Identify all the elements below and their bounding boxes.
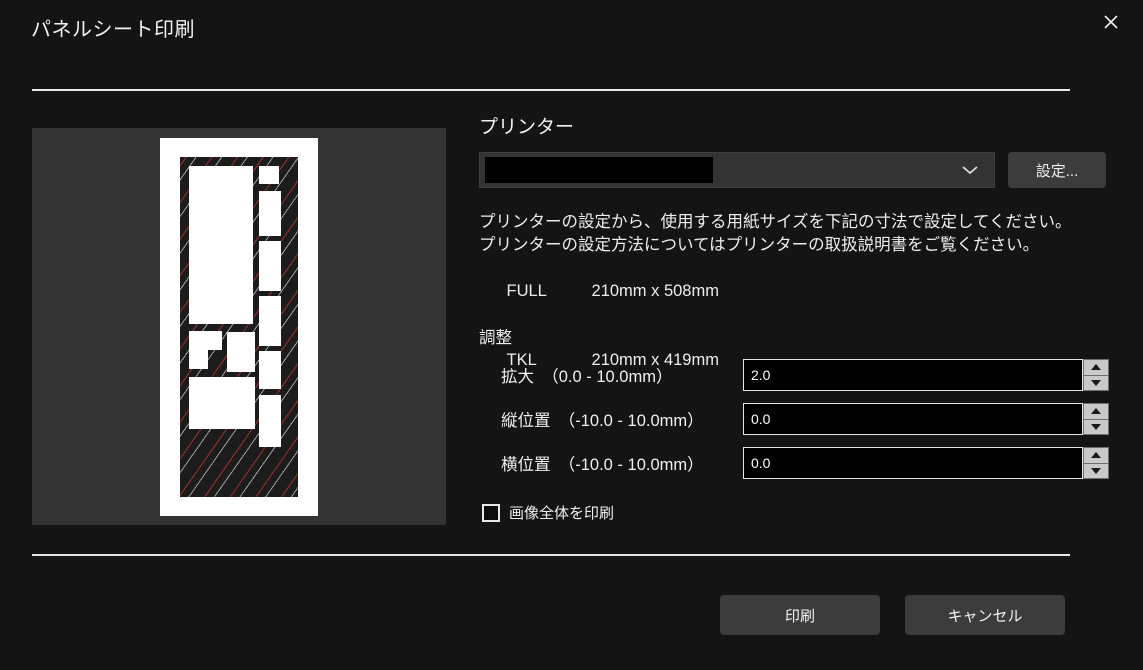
printer-settings-button[interactable]: 設定... bbox=[1008, 152, 1106, 188]
horizontal-position-label: 横位置 （-10.0 - 10.0mm） bbox=[501, 456, 704, 474]
preview-cutout bbox=[259, 166, 279, 184]
info-line-2: プリンターの設定方法についてはプリンターの取扱説明書をご覧ください。 bbox=[479, 236, 1040, 254]
stepper-up-button[interactable] bbox=[1083, 447, 1109, 464]
triangle-down-icon bbox=[1091, 423, 1101, 430]
horizontal-position-stepper[interactable] bbox=[1083, 447, 1109, 479]
stepper-down-button[interactable] bbox=[1083, 375, 1109, 391]
triangle-down-icon bbox=[1091, 467, 1101, 474]
info-size-dimension: 210mm x 508mm bbox=[591, 282, 719, 300]
magnify-label: 拡大 （0.0 - 10.0mm） bbox=[501, 368, 673, 386]
chevron-down-icon bbox=[960, 164, 980, 176]
close-icon bbox=[1102, 13, 1120, 31]
horizontal-position-input[interactable] bbox=[743, 447, 1083, 479]
printer-name-redaction bbox=[485, 157, 713, 183]
panel-sheet-print-dialog: パネルシート印刷 プリンター 設定... プリンターの設定から、使用する用紙サイ… bbox=[0, 0, 1143, 670]
print-button[interactable]: 印刷 bbox=[720, 595, 880, 635]
preview-cutout bbox=[227, 332, 255, 372]
vertical-position-input[interactable] bbox=[743, 403, 1083, 435]
preview-cutout bbox=[259, 351, 281, 389]
preview-cutout bbox=[189, 166, 253, 324]
preview-cutout bbox=[259, 395, 281, 447]
magnify-stepper[interactable] bbox=[1083, 359, 1109, 391]
dialog-titlebar: パネルシート印刷 bbox=[0, 0, 1143, 58]
checkbox-box-icon bbox=[482, 503, 500, 522]
preview-cutout bbox=[189, 377, 255, 429]
magnify-input[interactable] bbox=[743, 359, 1083, 391]
triangle-up-icon bbox=[1091, 364, 1101, 371]
preview-cutout bbox=[259, 191, 281, 236]
stepper-down-button[interactable] bbox=[1083, 463, 1109, 479]
triangle-down-icon bbox=[1091, 379, 1101, 386]
vertical-position-stepper[interactable] bbox=[1083, 403, 1109, 435]
close-button[interactable] bbox=[1089, 4, 1133, 40]
info-size-row: FULL 210mm x 508mm bbox=[479, 257, 1072, 326]
separator-top bbox=[32, 89, 1070, 91]
print-whole-image-checkbox[interactable]: 画像全体を印刷 bbox=[482, 502, 614, 523]
print-whole-image-label: 画像全体を印刷 bbox=[509, 505, 615, 522]
printer-combobox[interactable] bbox=[479, 152, 995, 188]
stepper-up-button[interactable] bbox=[1083, 403, 1109, 420]
separator-bottom bbox=[32, 554, 1070, 556]
info-line-1: プリンターの設定から、使用する用紙サイズを下記の寸法で設定してください。 bbox=[479, 213, 1072, 231]
stepper-down-button[interactable] bbox=[1083, 419, 1109, 435]
printer-section-label: プリンター bbox=[479, 117, 575, 138]
page-title: パネルシート印刷 bbox=[31, 19, 195, 41]
triangle-up-icon bbox=[1091, 452, 1101, 459]
preview-cutout bbox=[189, 331, 222, 350]
preview-cutout bbox=[259, 296, 281, 346]
preview-cutout bbox=[259, 241, 281, 291]
print-preview-panel bbox=[32, 128, 446, 525]
stepper-up-button[interactable] bbox=[1083, 359, 1109, 376]
vertical-position-label: 縦位置 （-10.0 - 10.0mm） bbox=[501, 412, 704, 430]
cancel-button[interactable]: キャンセル bbox=[905, 595, 1065, 635]
preview-paper bbox=[160, 138, 318, 516]
info-size-name: FULL bbox=[506, 282, 547, 300]
adjust-section-label: 調整 bbox=[479, 329, 512, 347]
triangle-up-icon bbox=[1091, 408, 1101, 415]
preview-panel-sheet bbox=[180, 157, 298, 497]
